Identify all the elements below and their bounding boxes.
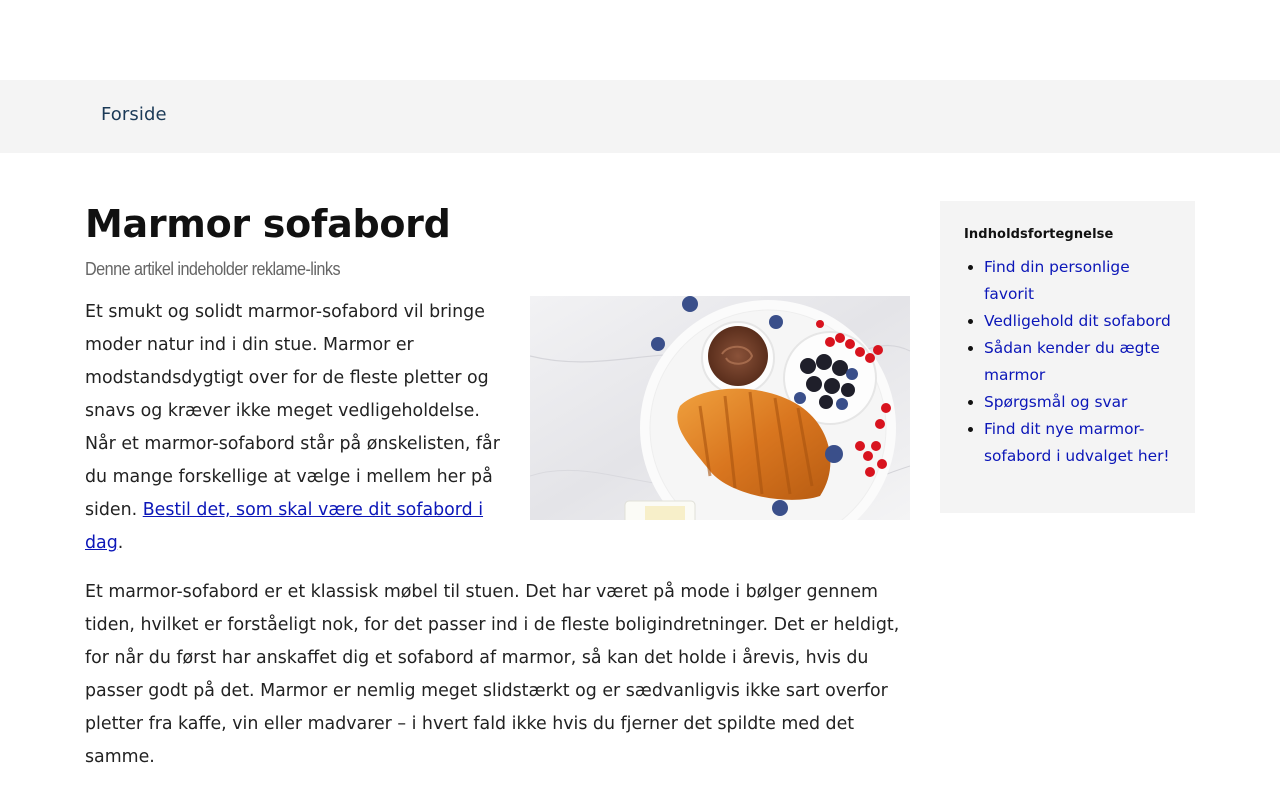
main-navigation: Forside [0,80,1280,153]
toc-link-genuine-marble[interactable]: Sådan kender du ægte marmor [984,339,1160,384]
ad-disclaimer: Denne artikel indeholder reklame-links [85,259,341,279]
toc-item: Sådan kender du ægte marmor [984,335,1175,389]
toc-item: Vedligehold dit sofabord [984,308,1175,335]
body-paragraph: Et marmor-sofabord er et klassisk møbel … [85,582,900,767]
intro-section: Et smukt og solidt marmor-sofabord vil b… [85,296,910,556]
table-of-contents: Indholdsfortegnelse Find din personlige … [940,201,1195,513]
intro-text: Et smukt og solidt marmor-sofabord vil b… [85,302,500,520]
toc-item: Find dit nye marmor-sofabord i udvalget … [984,416,1175,470]
order-link[interactable]: Bestil det, som skal være dit sofabord i… [85,500,483,553]
toc-list: Find din personlige favorit Vedligehold … [964,254,1175,470]
toc-link-shop[interactable]: Find dit nye marmor-sofabord i udvalget … [984,420,1170,465]
toc-link-faq[interactable]: Spørgsmål og svar [984,393,1127,411]
intro-end: . [117,533,124,553]
toc-link-favorite[interactable]: Find din personlige favorit [984,258,1130,303]
toc-title: Indholdsfortegnelse [964,227,1114,242]
page-title: Marmor sofabord [85,202,451,246]
site-header [0,0,1280,80]
toc-link-maintenance[interactable]: Vedligehold dit sofabord [984,312,1171,330]
hero-image-croissant-breakfast [530,296,910,520]
nav-home-link[interactable]: Forside [101,104,167,125]
intro-paragraph: Et smukt og solidt marmor-sofabord vil b… [85,296,505,560]
article: Marmor sofabord Denne artikel indeholder… [85,201,910,767]
toc-item: Find din personlige favorit [984,254,1175,308]
toc-item: Spørgsmål og svar [984,389,1175,416]
